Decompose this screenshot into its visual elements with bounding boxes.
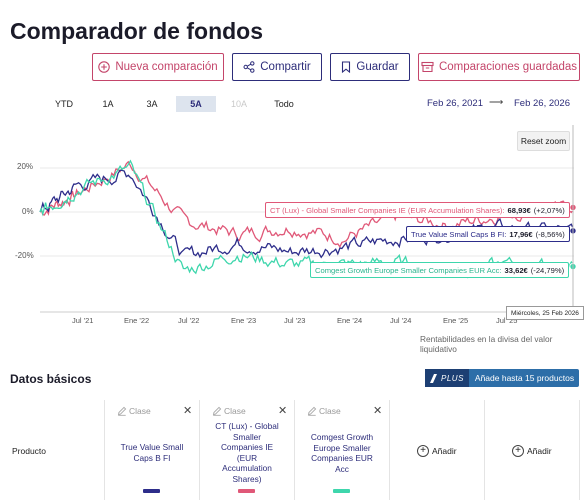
series-label-value: 33,62€: [504, 265, 528, 275]
pencil-icon: [307, 406, 317, 416]
plus-text: Añade hasta 15 productos: [474, 373, 575, 383]
close-icon[interactable]: ✕: [373, 404, 382, 417]
series-label-name: True Value Small Caps B FI:: [411, 229, 507, 239]
column-divider: [579, 400, 580, 500]
clase-label: Clase: [224, 406, 246, 416]
y-tick-label: 20%: [17, 162, 34, 171]
y-tick-label: -20%: [15, 251, 34, 260]
plus-badge: PLUS: [425, 369, 469, 387]
series-label-ct: CT (Lux) - Global Smaller Companies IE (…: [265, 202, 570, 218]
series-label-name: Comgest Growth Europe Smaller Companies …: [315, 265, 502, 275]
add-label: Añadir: [527, 446, 552, 456]
add-circle-icon: +: [512, 445, 524, 457]
y-tick-label: 0%: [22, 207, 34, 216]
close-icon[interactable]: ✕: [278, 404, 287, 417]
series-label-value: 68,93€: [507, 205, 531, 215]
x-tick-label: Ene '25: [443, 316, 469, 325]
fund-name[interactable]: True Value Small Caps B FI: [112, 442, 192, 463]
add-circle-icon: +: [417, 445, 429, 457]
add-product-button[interactable]: + Añadir: [512, 445, 552, 457]
series-label-name: CT (Lux) - Global Smaller Companies IE (…: [270, 205, 505, 215]
x-tick-label: Jul '22: [178, 316, 200, 325]
date-tooltip: Miércoles, 25 Feb 2026: [506, 306, 584, 320]
fund-name[interactable]: CT (Lux) - Global Smaller Companies IE (…: [212, 421, 282, 484]
column-divider: [104, 400, 105, 500]
clase-selector[interactable]: Clase: [307, 406, 341, 416]
plus-banner[interactable]: PLUS Añade hasta 15 productos: [425, 369, 579, 387]
column-divider: [389, 400, 390, 500]
plus-logo-icon: [430, 373, 437, 383]
close-icon[interactable]: ✕: [183, 404, 192, 417]
column-divider: [484, 400, 485, 500]
clase-label: Clase: [129, 406, 151, 416]
clase-selector[interactable]: Clase: [117, 406, 151, 416]
add-product-button[interactable]: + Añadir: [417, 445, 457, 457]
add-label: Añadir: [432, 446, 457, 456]
series-line: [39, 159, 575, 279]
series-label-change: (+2,07%): [533, 205, 565, 215]
chart-note: Rentabilidades en la divisa del valor li…: [420, 334, 553, 354]
x-tick-label: Ene '24: [337, 316, 363, 325]
x-tick-label: Jul '23: [284, 316, 306, 325]
pencil-icon: [212, 406, 222, 416]
column-divider: [294, 400, 295, 500]
column-divider: [199, 400, 200, 500]
x-tick-label: Jul '24: [390, 316, 412, 325]
series-label-comgest: Comgest Growth Europe Smaller Companies …: [310, 262, 570, 278]
series-color-swatch: [238, 489, 255, 493]
series-label-change: (-24,79%): [530, 265, 565, 275]
series-color-swatch: [333, 489, 350, 493]
reset-zoom-button[interactable]: Reset zoom: [517, 131, 570, 151]
series-label-value: 17,96€: [509, 229, 533, 239]
series-label-change: (-8,56%): [535, 229, 565, 239]
pencil-icon: [117, 406, 127, 416]
performance-chart[interactable]: [0, 0, 588, 340]
row-label-product: Producto: [12, 446, 47, 456]
x-tick-label: Ene '22: [124, 316, 150, 325]
fund-name[interactable]: Comgest Growth Europe Smaller Companies …: [306, 432, 378, 474]
section-title: Datos básicos: [10, 372, 92, 386]
x-tick-label: Jul '21: [72, 316, 94, 325]
clase-selector[interactable]: Clase: [212, 406, 246, 416]
x-tick-label: Ene '23: [231, 316, 257, 325]
clase-label: Clase: [319, 406, 341, 416]
series-color-swatch: [143, 489, 160, 493]
plus-badge-text: PLUS: [441, 373, 464, 383]
series-label-truevalue: True Value Small Caps B FI: 17,96€ (-8,5…: [406, 226, 570, 242]
